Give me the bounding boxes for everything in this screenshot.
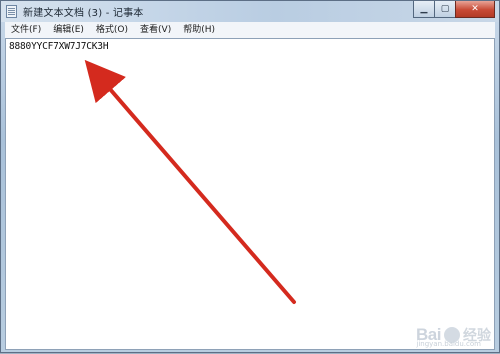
watermark: Bai 经验 jingyan.baidu.com <box>416 324 491 348</box>
annotation-arrow-icon <box>84 59 296 304</box>
notepad-window: 新建文本文档 (3) - 记事本 ▁ ▢ ✕ 文件(F) 编辑(E) 格式(O)… <box>0 0 500 353</box>
watermark-subtext: jingyan.baidu.com <box>416 340 481 348</box>
